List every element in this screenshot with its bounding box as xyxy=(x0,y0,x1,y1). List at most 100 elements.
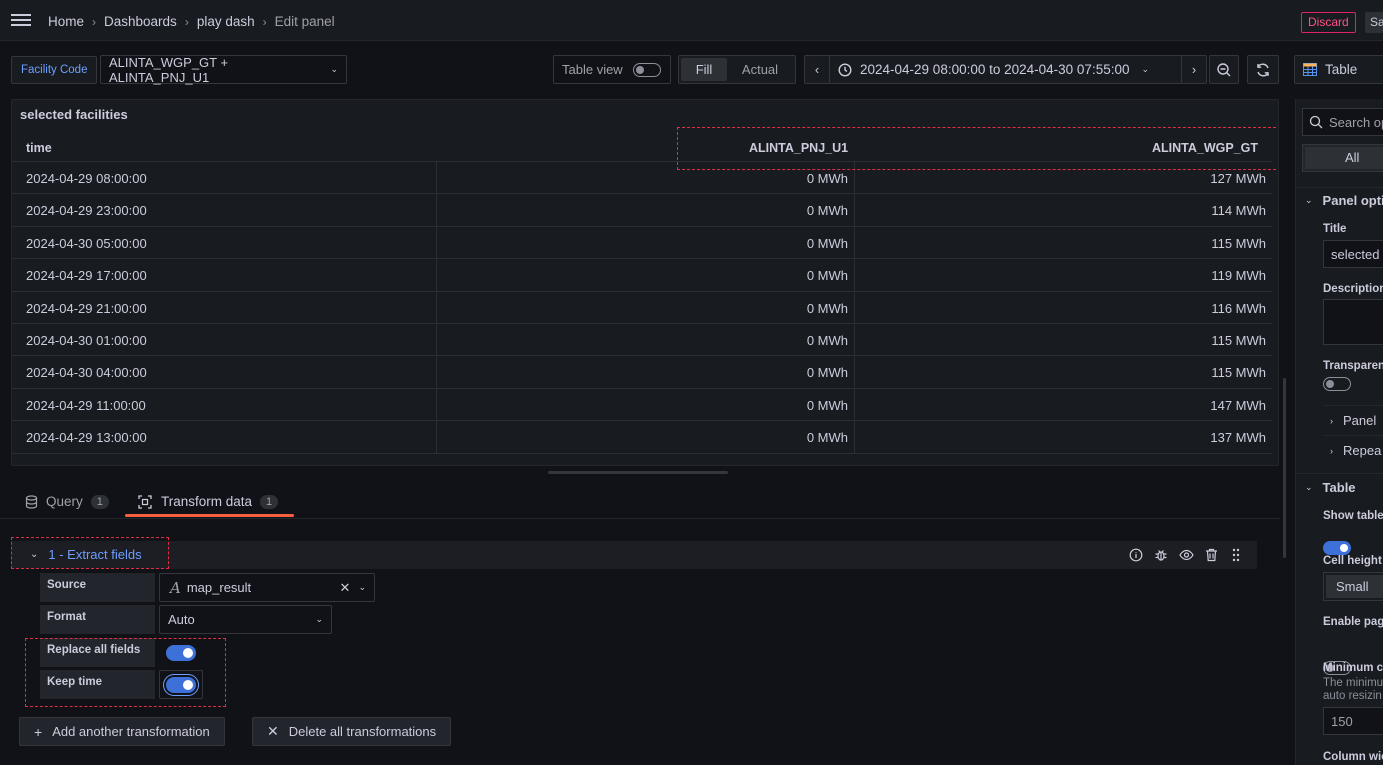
cell-pnj: 0 MWh xyxy=(806,300,848,316)
enable-pagination-label: Enable pag xyxy=(1323,616,1383,628)
add-transformation-label: Add another transformation xyxy=(52,724,210,739)
breadcrumb-home[interactable]: Home xyxy=(48,14,84,29)
table-row: 2024-04-29 11:00:00 0 MWh 147 MWh xyxy=(12,388,1272,422)
divider xyxy=(1296,187,1383,188)
show-table-header-label: Show table xyxy=(1323,510,1383,522)
options-search-placeholder: Search op xyxy=(1329,114,1383,130)
table-view-label: Table view xyxy=(562,62,623,77)
hamburger-menu-icon[interactable] xyxy=(11,12,33,30)
cell-wgp: 114 MWh xyxy=(1211,203,1266,219)
clear-icon[interactable]: ✕ xyxy=(340,580,351,596)
fill-button[interactable]: Fill xyxy=(681,58,727,81)
format-label: Format xyxy=(40,605,155,634)
divider xyxy=(1296,473,1383,474)
cell-pnj: 0 MWh xyxy=(806,203,848,219)
description-input[interactable] xyxy=(1323,299,1383,345)
table-view-toggle[interactable] xyxy=(632,62,661,77)
cell-height-small[interactable]: Small xyxy=(1326,575,1383,598)
section-repeat-options[interactable]: › Repea xyxy=(1330,443,1381,458)
refresh-icon[interactable] xyxy=(1247,55,1279,84)
cell-wgp: 115 MWh xyxy=(1211,235,1266,251)
clock-icon xyxy=(838,62,852,77)
delete-transformations-button[interactable]: ✕ Delete all transformations xyxy=(252,717,452,746)
debug-icon[interactable] xyxy=(1153,547,1169,563)
close-icon: ✕ xyxy=(267,723,279,739)
section-panel-options[interactable]: ⌄ Panel opti xyxy=(1305,193,1383,208)
breadcrumb-current: Edit panel xyxy=(274,14,335,29)
breadcrumb-dashboard[interactable]: play dash xyxy=(197,14,255,29)
save-button[interactable]: Sa xyxy=(1365,12,1383,33)
breadcrumb-dashboards[interactable]: Dashboards xyxy=(104,14,177,29)
chevron-down-icon: ⌄ xyxy=(315,614,323,624)
discard-button[interactable]: Discard xyxy=(1301,12,1356,33)
table-row: 2024-04-29 23:00:00 0 MWh 114 MWh xyxy=(12,194,1272,227)
time-range-button[interactable]: 2024-04-29 08:00:00 to 2024-04-30 07:55:… xyxy=(830,62,1181,77)
tab-query-label: Query xyxy=(46,494,83,509)
transparent-toggle[interactable] xyxy=(1323,377,1351,391)
source-select[interactable]: A map_result ✕ ⌄ xyxy=(159,573,375,602)
panel-title: selected facilities xyxy=(20,107,128,122)
chevron-right-icon[interactable]: › xyxy=(1181,56,1206,83)
chevron-left-icon[interactable]: ‹ xyxy=(805,56,830,83)
column-divider xyxy=(854,388,855,421)
cell-height-radio: Small xyxy=(1323,572,1383,601)
cell-time: 2024-04-29 17:00:00 xyxy=(26,268,147,284)
column-divider xyxy=(436,324,437,356)
facility-select[interactable]: ALINTA_WGP_GT + ALINTA_PNJ_U1 ⌄ xyxy=(100,55,347,85)
transform-icon xyxy=(138,494,152,509)
tab-transform-label: Transform data xyxy=(161,494,253,509)
trash-icon[interactable] xyxy=(1203,547,1219,563)
column-divider xyxy=(436,356,437,388)
show-table-header-toggle[interactable] xyxy=(1323,541,1351,555)
tab-query[interactable]: Query 1 xyxy=(25,484,109,519)
chevron-right-icon: › xyxy=(1330,415,1333,426)
cell-time: 2024-04-29 21:00:00 xyxy=(26,300,147,316)
cell-wgp: 147 MWh xyxy=(1210,397,1266,413)
table-row: 2024-04-29 13:00:00 0 MWh 137 MWh xyxy=(12,421,1272,454)
table-row: 2024-04-30 01:00:00 0 MWh 115 MWh xyxy=(12,324,1272,357)
column-divider xyxy=(854,226,855,259)
chevron-right-icon: › xyxy=(262,14,267,29)
filter-all-button[interactable]: All xyxy=(1305,147,1383,169)
cell-pnj: 0 MWh xyxy=(806,171,848,186)
options-filter: All xyxy=(1302,144,1383,172)
add-transformation-button[interactable]: + Add another transformation xyxy=(19,717,225,746)
options-search-input[interactable]: Search op xyxy=(1302,108,1383,136)
column-divider xyxy=(436,291,437,323)
column-divider xyxy=(854,421,855,453)
panel-preview: selected facilities time ALINTA_PNJ_U1 A… xyxy=(11,99,1279,466)
description-label: Description xyxy=(1323,283,1383,295)
source-value: map_result xyxy=(186,580,252,595)
cell-wgp: 127 MWh xyxy=(1210,171,1266,186)
title-input[interactable]: selected xyxy=(1323,240,1383,268)
transformation-header[interactable] xyxy=(11,541,1257,569)
title-label: Title xyxy=(1323,223,1347,235)
resize-handle[interactable] xyxy=(548,471,728,474)
cell-wgp: 119 MWh xyxy=(1211,268,1266,284)
breadcrumb: Home › Dashboards › play dash › Edit pan… xyxy=(48,14,335,29)
cell-pnj: 0 MWh xyxy=(806,397,848,413)
column-header-time[interactable]: time xyxy=(26,141,52,155)
section-panel-links[interactable]: › Panel xyxy=(1330,413,1376,428)
visualization-picker[interactable]: Table xyxy=(1294,55,1383,84)
chevron-down-icon: ⌄ xyxy=(1305,482,1313,492)
highlight-box xyxy=(11,537,169,569)
cell-time: 2024-04-30 01:00:00 xyxy=(26,333,147,348)
chevron-down-icon: ⌄ xyxy=(358,582,366,592)
active-tab-indicator xyxy=(125,514,294,517)
drag-handle-icon[interactable] xyxy=(1228,547,1244,563)
table-view-switch[interactable]: Table view xyxy=(553,55,671,84)
info-icon[interactable] xyxy=(1128,547,1144,563)
minimum-column-width-input[interactable]: 150 xyxy=(1323,707,1383,735)
cell-height-label: Cell height xyxy=(1323,555,1382,567)
eye-icon[interactable] xyxy=(1178,547,1194,563)
cell-time: 2024-04-29 13:00:00 xyxy=(26,430,147,446)
column-divider xyxy=(854,324,855,356)
format-select[interactable]: Auto ⌄ xyxy=(159,605,332,634)
actual-button[interactable]: Actual xyxy=(727,58,793,81)
scrollbar[interactable] xyxy=(1283,378,1286,558)
zoom-out-icon[interactable] xyxy=(1209,55,1239,84)
section-table[interactable]: ⌄ Table xyxy=(1305,480,1356,495)
chevron-down-icon: ⌄ xyxy=(1305,195,1313,205)
plus-icon: + xyxy=(34,723,43,740)
